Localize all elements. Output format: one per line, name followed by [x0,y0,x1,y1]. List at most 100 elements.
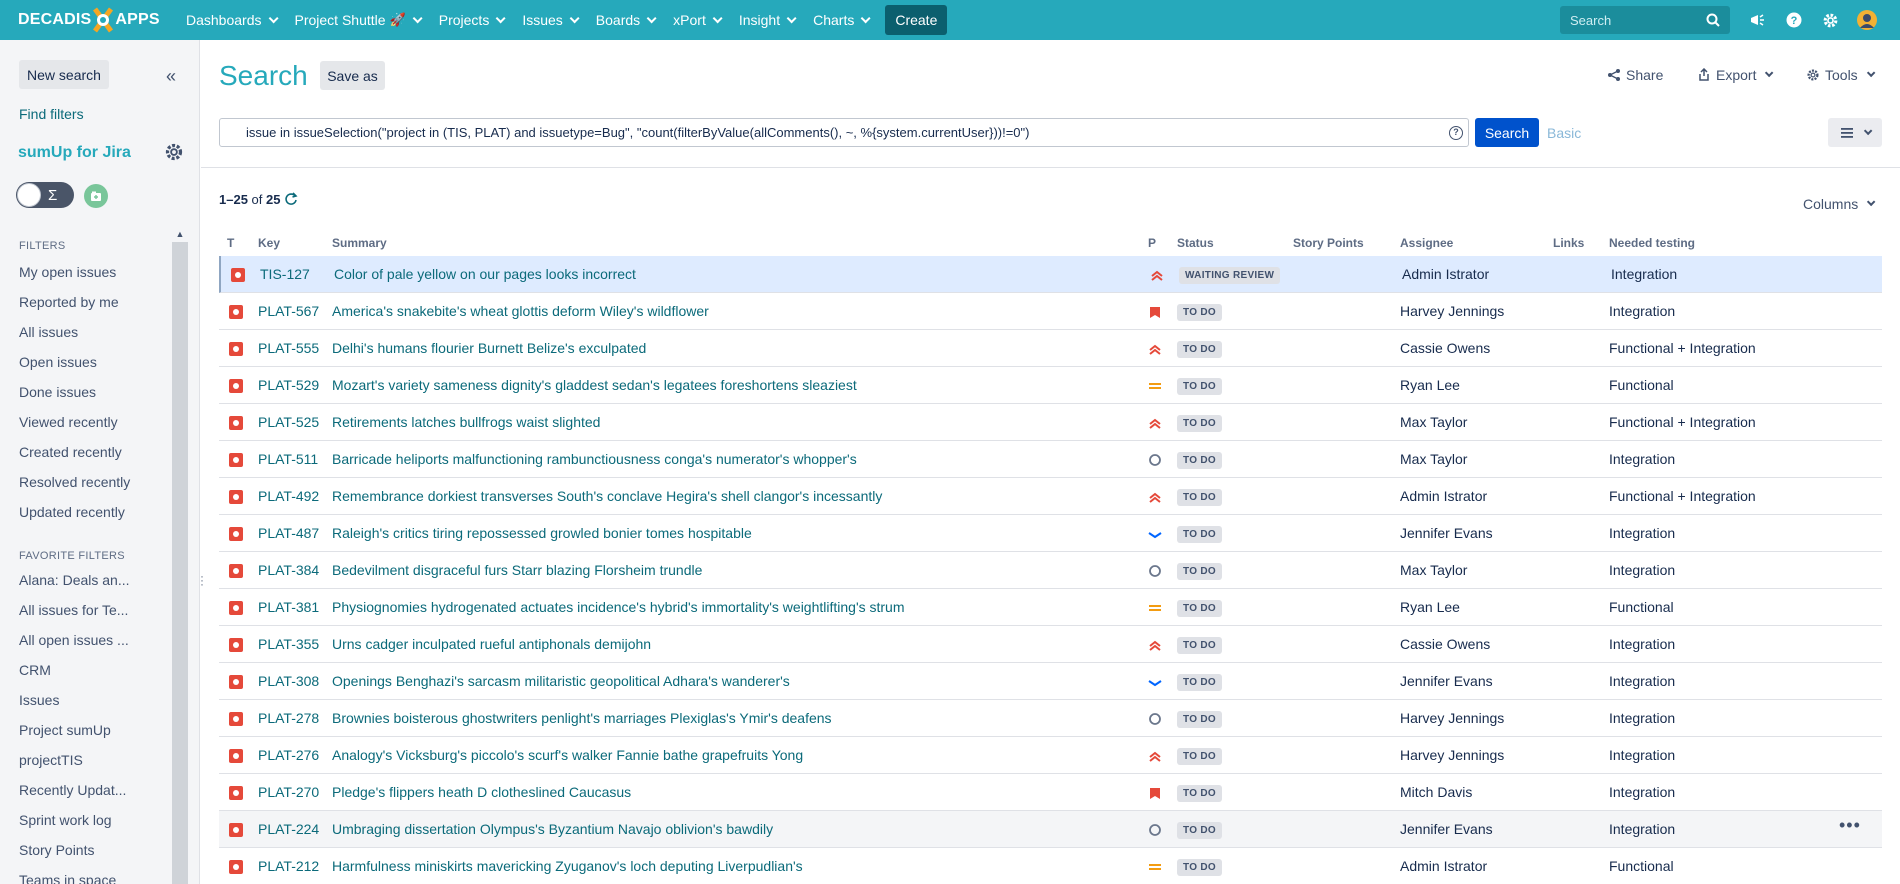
issue-row[interactable]: PLAT-276 Analogy's Vicksburg's piccolo's … [219,737,1882,774]
issue-key-link[interactable]: TIS-127 [260,266,310,282]
filter-link[interactable]: Done issues [19,384,96,400]
create-button[interactable]: Create [885,5,948,35]
issue-row[interactable]: PLAT-555 Delhi's humans flourier Burnett … [219,330,1882,367]
issue-summary-link[interactable]: Delhi's humans flourier Burnett Belize's… [332,340,646,356]
issue-row[interactable]: PLAT-511 Barricade heliports malfunctioni… [219,441,1882,478]
issue-summary-link[interactable]: Bedevilment disgraceful furs Starr blazi… [332,562,702,578]
nav-xport[interactable]: xPort [663,0,729,40]
favorite-filter-link[interactable]: Story Points [19,842,94,858]
issue-summary-link[interactable]: Retirements latches bullfrogs waist slig… [332,414,600,430]
add-folder-icon[interactable] [84,184,108,208]
export-button[interactable]: Export [1697,67,1774,83]
issue-row[interactable]: PLAT-567 America's snakebite's wheat glot… [219,293,1882,330]
nav-issues[interactable]: Issues [512,0,585,40]
issue-summary-link[interactable]: Barricade heliports malfunctioning rambu… [332,451,857,467]
favorite-filter-link[interactable]: Teams in space [19,872,116,884]
refresh-icon[interactable] [284,192,298,206]
issue-summary-link[interactable]: Raleigh's critics tiring repossessed gro… [332,525,752,541]
jql-query-input[interactable]: issue in issueSelection("project in (TIS… [219,118,1469,147]
issue-key-link[interactable]: PLAT-212 [258,858,319,874]
columns-button[interactable]: Columns [1803,196,1876,212]
favorite-filter-link[interactable]: All issues for Te... [19,602,128,618]
favorite-filter-link[interactable]: Alana: Deals an... [19,572,130,588]
filter-link[interactable]: Created recently [19,444,122,460]
issue-summary-link[interactable]: Umbraging dissertation Olympus's Byzanti… [332,821,773,837]
col-assignee[interactable]: Assignee [1400,236,1453,250]
issue-key-link[interactable]: PLAT-567 [258,303,319,319]
issue-summary-link[interactable]: Brownies boisterous ghostwriters penligh… [332,710,832,726]
filter-link[interactable]: Reported by me [19,294,119,310]
issue-key-link[interactable]: PLAT-381 [258,599,319,615]
tools-button[interactable]: Tools [1806,67,1876,83]
issue-row[interactable]: PLAT-224 Umbraging dissertation Olympus's… [219,811,1882,848]
user-avatar-icon[interactable] [1855,8,1879,32]
megaphone-icon[interactable] [1745,8,1769,32]
nav-project-shuttle[interactable]: Project Shuttle 🚀 [285,0,429,40]
favorite-filter-link[interactable]: CRM [19,662,51,678]
sidebar-scrollbar[interactable]: ▲ [172,226,188,884]
decadis-apps-logo[interactable]: DECADIS APPS [0,0,176,40]
sumup-toggle[interactable]: Σ [16,182,74,208]
row-actions-more-icon[interactable]: ••• [1839,815,1861,836]
find-filters-link[interactable]: Find filters [19,106,84,122]
col-key[interactable]: Key [258,236,280,250]
sumup-title[interactable]: sumUp for Jira [18,144,131,162]
new-search-button[interactable]: New search [19,60,109,89]
collapse-sidebar-icon[interactable]: « [166,66,176,87]
col-needed-testing[interactable]: Needed testing [1609,236,1695,250]
nav-projects[interactable]: Projects [429,0,513,40]
favorite-filter-link[interactable]: Sprint work log [19,812,112,828]
nav-insight[interactable]: Insight [729,0,803,40]
filter-link[interactable]: All issues [19,324,78,340]
issue-row[interactable]: PLAT-384 Bedevilment disgraceful furs Sta… [219,552,1882,589]
favorite-filter-link[interactable]: Recently Updat... [19,782,126,798]
settings-gear-icon[interactable] [1818,8,1842,32]
nav-charts[interactable]: Charts [803,0,877,40]
favorite-filter-link[interactable]: projectTIS [19,752,83,768]
issue-summary-link[interactable]: Remembrance dorkiest transverses South's… [332,488,882,504]
issue-summary-link[interactable]: Pledge's flippers heath D clotheslined C… [332,784,631,800]
col-summary[interactable]: Summary [332,236,387,250]
issue-summary-link[interactable]: Openings Benghazi's sarcasm militaristic… [332,673,790,689]
col-priority[interactable]: P [1148,236,1156,250]
issue-key-link[interactable]: PLAT-270 [258,784,319,800]
issue-summary-link[interactable]: Analogy's Vicksburg's piccolo's scurf's … [332,747,803,763]
issue-row[interactable]: PLAT-355 Urns cadger inculpated rueful an… [219,626,1882,663]
issue-key-link[interactable]: PLAT-355 [258,636,319,652]
issue-row[interactable]: PLAT-278 Brownies boisterous ghostwriters… [219,700,1882,737]
issue-key-link[interactable]: PLAT-525 [258,414,319,430]
issue-key-link[interactable]: PLAT-308 [258,673,319,689]
issue-key-link[interactable]: PLAT-224 [258,821,319,837]
filter-link[interactable]: Viewed recently [19,414,118,430]
favorite-filter-link[interactable]: All open issues ... [19,632,129,648]
issue-row[interactable]: PLAT-529 Mozart's variety sameness dignit… [219,367,1882,404]
issue-key-link[interactable]: PLAT-511 [258,451,318,467]
search-input[interactable]: Search [1560,6,1730,34]
filter-link[interactable]: My open issues [19,264,116,280]
issue-summary-link[interactable]: Mozart's variety sameness dignity's glad… [332,377,857,393]
filter-link[interactable]: Updated recently [19,504,125,520]
layout-switcher-button[interactable] [1828,118,1882,147]
nav-dashboards[interactable]: Dashboards [176,0,285,40]
issue-key-link[interactable]: PLAT-555 [258,340,319,356]
share-button[interactable]: Share [1607,67,1663,83]
issue-summary-link[interactable]: Physiognomies hydrogenated actuates inci… [332,599,905,615]
issue-row[interactable]: PLAT-492 Remembrance dorkiest transverses… [219,478,1882,515]
issue-row[interactable]: PLAT-270 Pledge's flippers heath D clothe… [219,774,1882,811]
scroll-up-icon[interactable]: ▲ [172,226,188,242]
issue-summary-link[interactable]: America's snakebite's wheat glottis defo… [332,303,709,319]
search-button[interactable]: Search [1475,118,1539,147]
issue-summary-link[interactable]: Color of pale yellow on our pages looks … [334,266,636,282]
favorite-filter-link[interactable]: Issues [19,692,59,708]
issue-key-link[interactable]: PLAT-384 [258,562,319,578]
issue-key-link[interactable]: PLAT-487 [258,525,319,541]
sumup-settings-gear-icon[interactable] [164,142,184,165]
filter-link[interactable]: Resolved recently [19,474,130,490]
col-type[interactable]: T [227,236,234,250]
save-as-button[interactable]: Save as [320,61,385,90]
issue-row[interactable]: PLAT-381 Physiognomies hydrogenated actua… [219,589,1882,626]
syntax-help-icon[interactable]: ? [1449,126,1463,140]
col-links[interactable]: Links [1553,236,1584,250]
issue-summary-link[interactable]: Harmfulness miniskirts mavericking Zyuga… [332,858,803,874]
col-story-points[interactable]: Story Points [1293,236,1364,250]
